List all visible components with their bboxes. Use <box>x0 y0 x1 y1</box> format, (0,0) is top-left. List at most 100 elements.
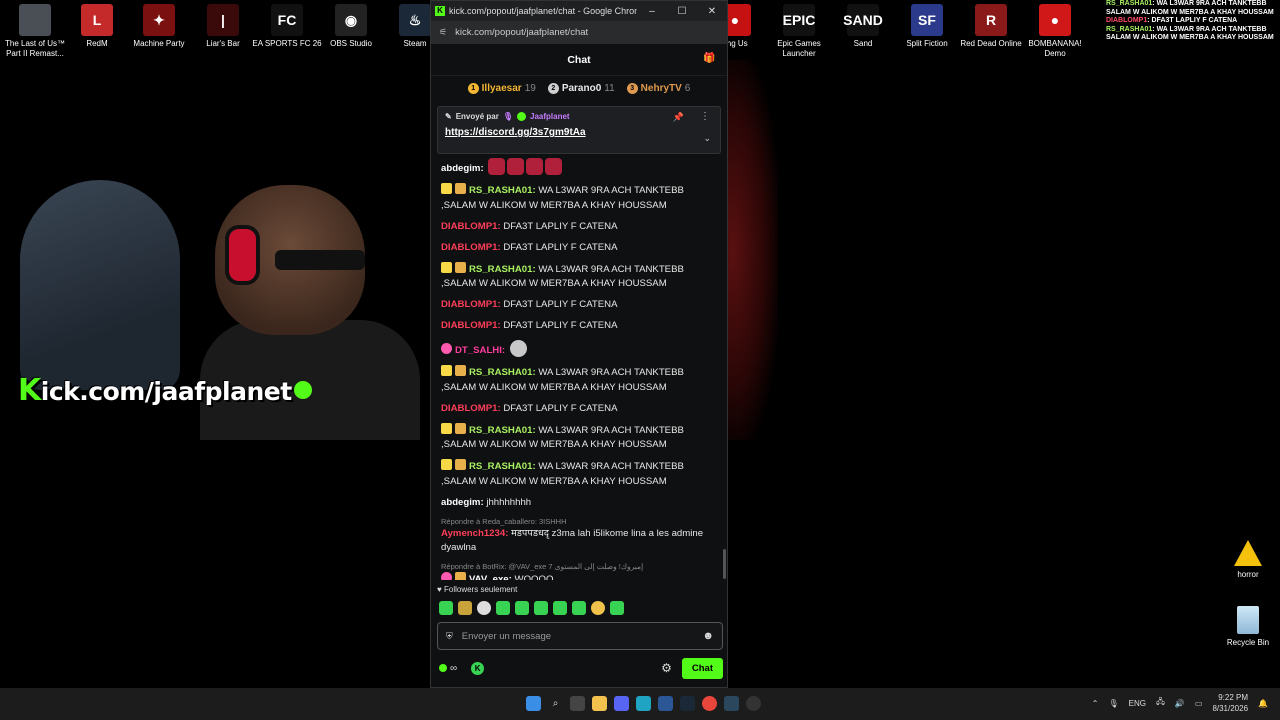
maximize-button[interactable]: ☐ <box>667 6 697 17</box>
app-icon[interactable] <box>658 696 673 711</box>
language-indicator[interactable]: ENG <box>1129 699 1146 708</box>
desktop-icon-horror[interactable]: horror <box>1222 540 1274 579</box>
file-explorer-icon[interactable] <box>592 696 607 711</box>
chrome-icon[interactable] <box>702 696 717 711</box>
unpin-icon[interactable]: 📌 <box>673 112 684 123</box>
chat-messages[interactable]: abdegim: RS_RASHA01: WA L3WAR 9RA ACH TA… <box>431 154 727 580</box>
leaderboard-entry[interactable]: 1 Illyaesar 19 <box>467 82 536 94</box>
chat-username[interactable]: RS_RASHA01 <box>469 264 532 275</box>
obs-icon[interactable] <box>746 696 761 711</box>
message-input[interactable] <box>461 630 703 642</box>
gift-icon[interactable]: 🎁 <box>703 53 715 65</box>
app-icon: ♨ <box>399 4 431 36</box>
desktop-icon[interactable]: | Liar's Bar <box>188 0 258 49</box>
emote-icon[interactable] <box>496 601 510 615</box>
pinned-sender[interactable]: Jaafplanet <box>530 112 570 121</box>
chat-username[interactable]: Aymench1234 <box>441 528 505 539</box>
desktop-icon[interactable]: SAND Sand <box>828 0 898 49</box>
chat-message[interactable]: DT_SALHI: <box>441 340 717 359</box>
chat-message[interactable]: DIABLOMP1: DFA3T LAPLIY F CATENA <box>441 319 717 334</box>
emote-icon[interactable] <box>515 601 529 615</box>
desktop-icon-recycle-bin[interactable]: Recycle Bin <box>1222 606 1274 647</box>
chat-username[interactable]: DT_SALHI <box>455 345 502 356</box>
desktop-icon[interactable]: FC EA SPORTS FC 26 <box>252 0 322 49</box>
emote-icon[interactable] <box>439 601 453 615</box>
channel-points[interactable]: ∞ <box>439 663 457 674</box>
chat-username[interactable]: RS_RASHA01 <box>469 425 532 436</box>
steam-icon[interactable] <box>680 696 695 711</box>
emote-icon[interactable] <box>591 601 605 615</box>
desktop-icon[interactable]: SF Split Fiction <box>892 0 962 49</box>
reply-context[interactable]: Répondre à Reda_caballero: 3ISHHH <box>441 517 717 527</box>
desktop-icon[interactable]: The Last of Us™ Part II Remast... <box>0 0 70 59</box>
task-view-icon[interactable] <box>570 696 585 711</box>
chat-message[interactable]: RS_RASHA01: WA L3WAR 9RA ACH TANKTEBB ,S… <box>441 261 717 292</box>
chat-message[interactable]: abdegim: jhhhhhhhh <box>441 496 717 511</box>
windows-start-icon[interactable] <box>526 696 541 711</box>
chat-username[interactable]: DIABLOMP1 <box>441 403 498 414</box>
chat-message[interactable]: Répondre à BotRix: @VAV_exe 7 إمبروك! وص… <box>441 562 717 580</box>
send-chat-button[interactable]: Chat <box>681 657 723 679</box>
window-titlebar[interactable]: K kick.com/popout/jaafplanet/chat - Goog… <box>431 1 727 21</box>
chat-scrollbar[interactable] <box>723 549 726 579</box>
chat-username[interactable]: VAV_exe <box>469 574 509 580</box>
more-options-icon[interactable]: ⋮ <box>700 111 710 122</box>
address-bar[interactable]: ⚟ kick.com/popout/jaafplanet/chat <box>431 21 727 44</box>
desktop-icon[interactable]: L RedM <box>62 0 132 49</box>
chat-username[interactable]: DIABLOMP1 <box>441 242 498 253</box>
chat-username[interactable]: DIABLOMP1 <box>441 320 498 331</box>
chat-message[interactable]: Répondre à Reda_caballero: 3ISHHH Aymench… <box>441 517 717 556</box>
chat-username[interactable]: abdegim <box>441 163 480 174</box>
edge-icon[interactable] <box>636 696 651 711</box>
emote-icon[interactable] <box>477 601 491 615</box>
reply-context[interactable]: Répondre à BotRix: @VAV_exe 7 إمبروك! وص… <box>441 562 717 572</box>
chat-message[interactable]: DIABLOMP1: DFA3T LAPLIY F CATENA <box>441 298 717 313</box>
emote-icon[interactable] <box>610 601 624 615</box>
chat-message[interactable]: abdegim: <box>441 158 717 177</box>
chat-username[interactable]: DIABLOMP1 <box>441 221 498 232</box>
desktop-icon[interactable]: R Red Dead Online <box>956 0 1026 49</box>
desktop-icon[interactable]: ✦ Machine Party <box>124 0 194 49</box>
chat-username[interactable]: RS_RASHA01 <box>469 367 532 378</box>
chat-message[interactable]: RS_RASHA01: WA L3WAR 9RA ACH TANKTEBB ,S… <box>441 422 717 453</box>
minimize-button[interactable]: – <box>637 6 667 17</box>
steam-icon[interactable] <box>724 696 739 711</box>
message-input-box[interactable]: ⛨ ☻ <box>437 622 723 650</box>
chevron-up-icon[interactable]: ⌃ <box>1092 699 1099 708</box>
site-info-icon[interactable]: ⚟ <box>439 27 447 38</box>
emote-icon[interactable] <box>553 601 567 615</box>
emote-icon[interactable] <box>572 601 586 615</box>
leaderboard-entry[interactable]: 2 Parano0 11 <box>547 82 615 94</box>
chat-message[interactable]: DIABLOMP1: DFA3T LAPLIY F CATENA <box>441 402 717 417</box>
volume-icon[interactable]: 🔊 <box>1175 699 1185 708</box>
shield-icon[interactable]: ⛨ <box>446 631 453 642</box>
close-button[interactable]: ✕ <box>697 6 727 17</box>
desktop-icon[interactable]: ◉ OBS Studio <box>316 0 386 49</box>
chat-message[interactable]: RS_RASHA01: WA L3WAR 9RA ACH TANKTEBB ,S… <box>441 183 717 213</box>
chat-message[interactable]: DIABLOMP1: DFA3T LAPLIY F CATENA <box>441 220 717 235</box>
emoji-picker-icon[interactable]: ☻ <box>702 630 714 642</box>
discord-icon[interactable] <box>614 696 629 711</box>
kick-icon[interactable]: K <box>471 661 485 675</box>
chat-message[interactable]: RS_RASHA01: WA L3WAR 9RA ACH TANKTEBB ,S… <box>441 365 717 395</box>
chat-message[interactable]: DIABLOMP1: DFA3T LAPLIY F CATENA <box>441 241 717 256</box>
desktop-icon[interactable]: EPIC Epic Games Launcher <box>764 0 834 59</box>
clock[interactable]: 9:22 PM 8/31/2026 <box>1212 692 1248 714</box>
battery-icon[interactable]: ▭ <box>1195 699 1203 708</box>
notification-icon[interactable]: 🔔 <box>1258 699 1268 708</box>
chat-username[interactable]: DIABLOMP1 <box>441 299 498 310</box>
desktop-icon[interactable]: ● BOMBANANA! Demo <box>1020 0 1090 59</box>
gear-icon[interactable]: ⚙ <box>661 661 672 675</box>
leaderboard-entry[interactable]: 3 NehryTV 6 <box>626 82 690 94</box>
pinned-link[interactable]: https://discord.gg/3s7gm9tAa <box>445 127 713 138</box>
chat-message[interactable]: RS_RASHA01: WA L3WAR 9RA ACH TANKTEBB ,S… <box>441 459 717 489</box>
emote-icon[interactable] <box>458 601 472 615</box>
mic-icon[interactable]: 🎙 <box>1108 699 1118 708</box>
chat-username[interactable]: abdegim <box>441 497 480 508</box>
emote-icon[interactable] <box>534 601 548 615</box>
chat-username[interactable]: RS_RASHA01 <box>469 185 532 196</box>
search-icon[interactable]: ⌕ <box>548 696 563 711</box>
chat-username[interactable]: RS_RASHA01 <box>469 461 532 472</box>
network-icon[interactable]: 🖧 <box>1156 696 1165 710</box>
chevron-down-icon[interactable]: ⌄ <box>703 133 711 144</box>
